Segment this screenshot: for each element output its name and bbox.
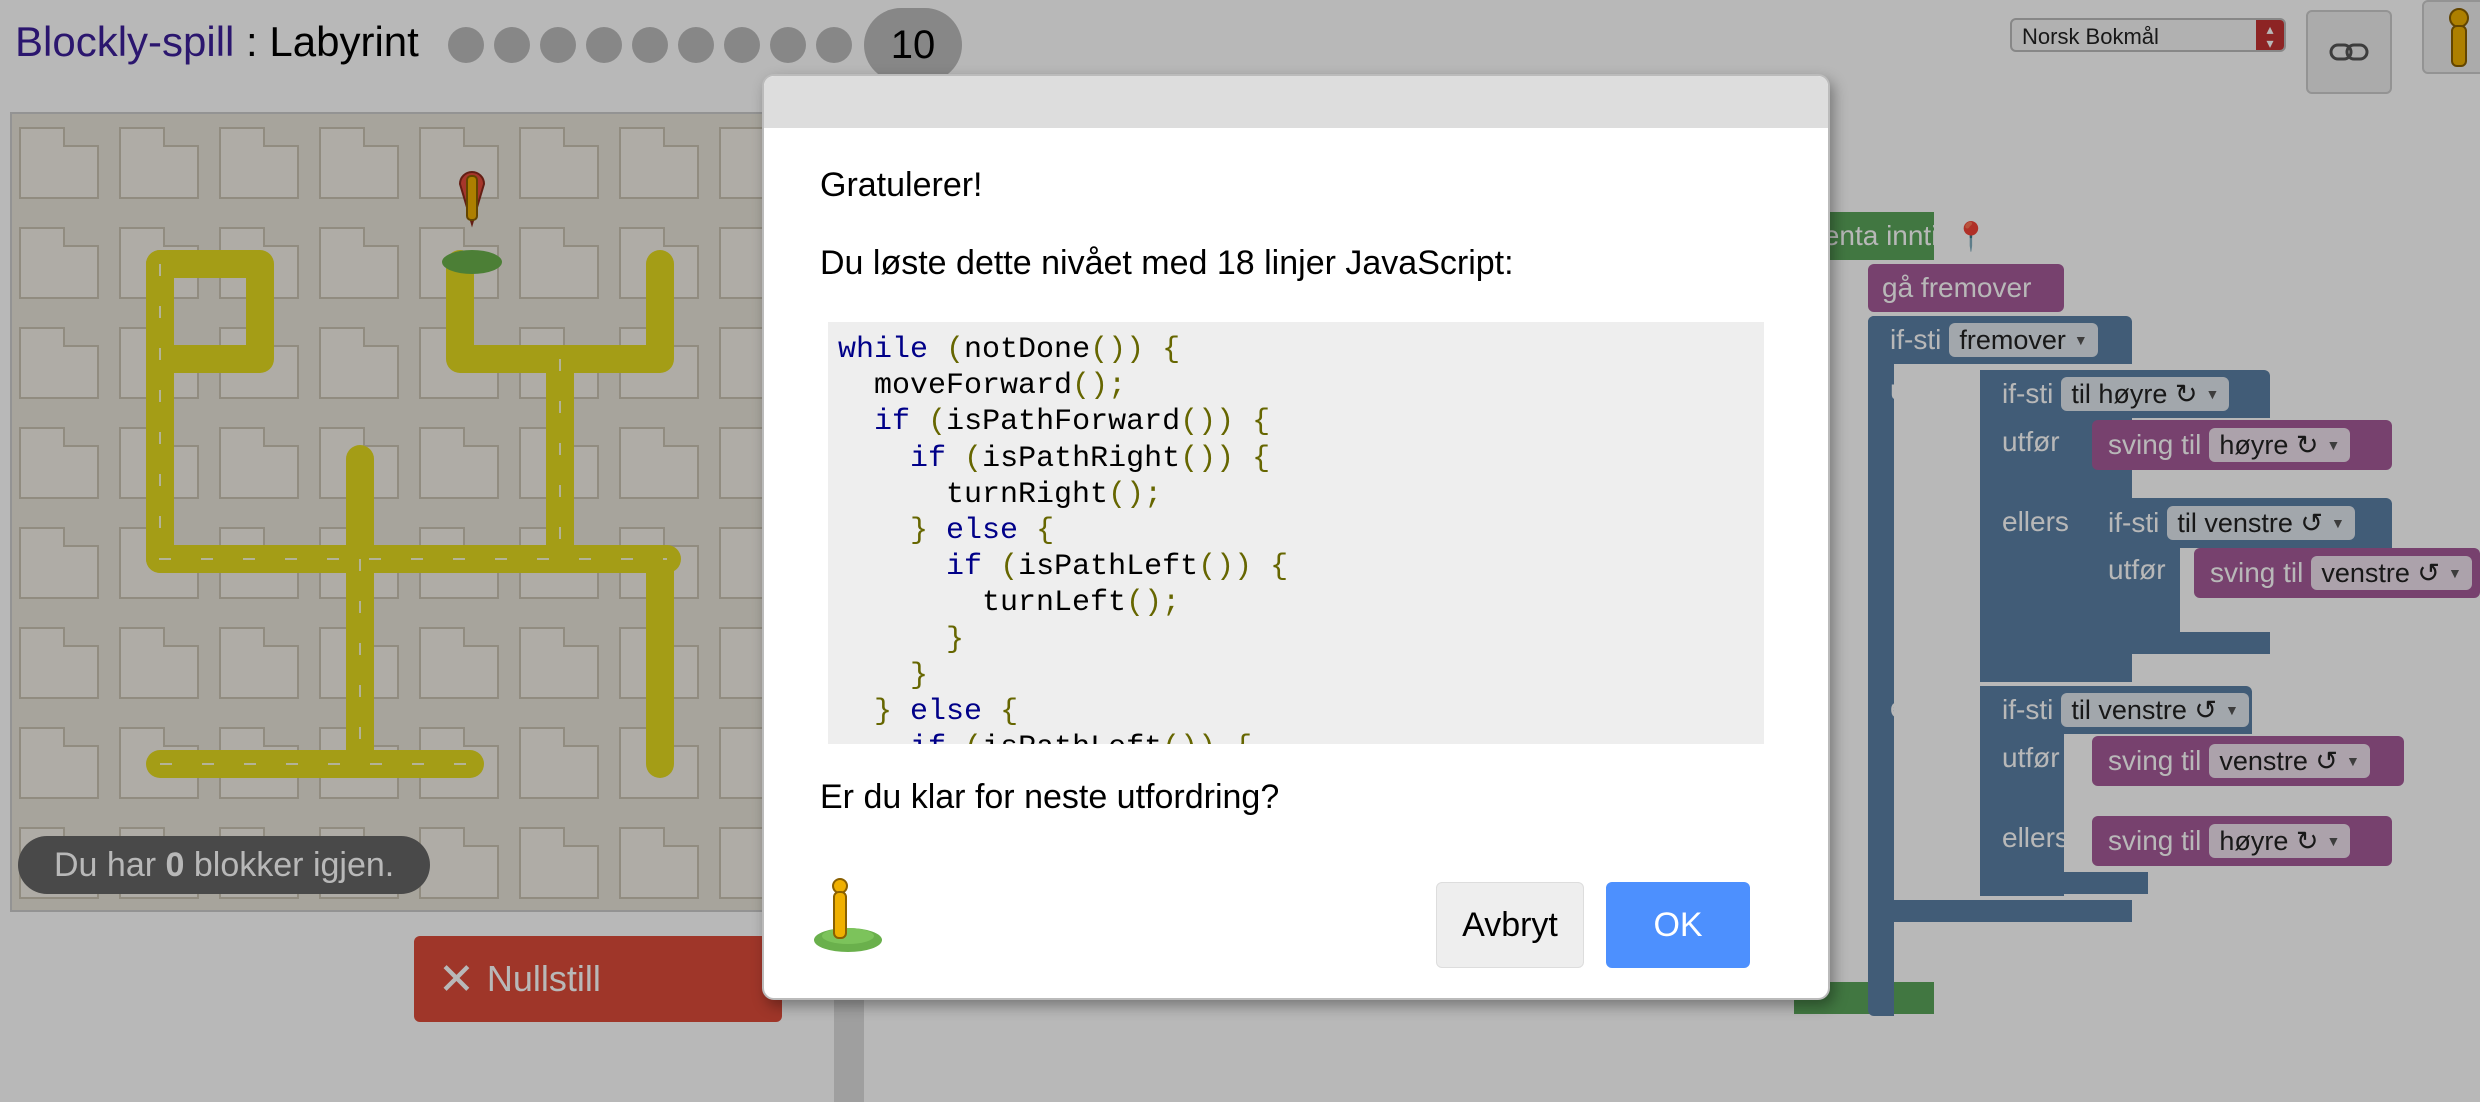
code-line: moveForward(); — [838, 369, 1127, 404]
code-line: } — [910, 658, 929, 693]
cancel-button[interactable]: Avbryt — [1436, 882, 1584, 968]
code-line: } else { — [874, 695, 1019, 730]
dialog-titlebar[interactable] — [764, 76, 1828, 128]
pegman-icon — [814, 878, 882, 952]
code-line: } — [946, 622, 965, 657]
dialog-message: Du løste dette nivået med 18 linjer Java… — [820, 244, 1514, 282]
code-line: while (notDone()) { — [838, 333, 1181, 367]
dialog-heading: Gratulerer! — [820, 166, 983, 204]
code-line: turnLeft(); — [838, 586, 1181, 621]
code-preview: while (notDone()) { moveForward(); if (i… — [828, 322, 1764, 744]
code-line: turnRight(); — [838, 477, 1163, 512]
javascript-code: while (notDone()) { moveForward(); if (i… — [838, 332, 1754, 744]
congratulations-dialog: Gratulerer! Du løste dette nivået med 18… — [762, 74, 1830, 1000]
code-line: if (isPathLeft()) { — [838, 730, 1754, 744]
dialog-question: Er du klar for neste utfordring? — [820, 778, 1280, 816]
code-line: if (isPathLeft()) { — [946, 550, 1289, 585]
code-line: } else { — [910, 514, 1055, 549]
ok-button[interactable]: OK — [1606, 882, 1750, 968]
code-line: if (isPathForward()) { — [874, 405, 1271, 440]
code-line: if (isPathRight()) { — [910, 441, 1271, 476]
